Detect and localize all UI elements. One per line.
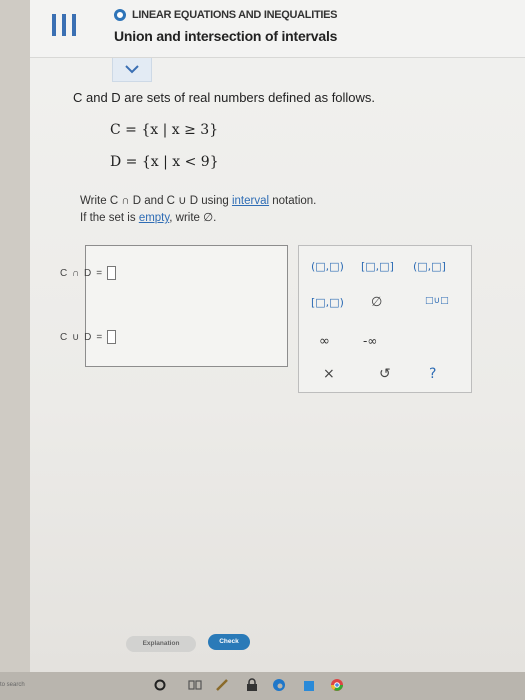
set-d-definition: D = {x | x < 9}	[110, 154, 219, 170]
os-taskbar: to search	[0, 672, 525, 700]
collapse-toggle[interactable]	[112, 58, 152, 82]
task-view-icon[interactable]	[188, 678, 202, 692]
empty-link[interactable]: empty	[139, 212, 169, 224]
action-bar: Explanation Check	[30, 634, 525, 656]
chevron-down-icon	[125, 65, 139, 74]
edge-browser-icon[interactable]	[272, 678, 286, 692]
equals-sign: =	[96, 331, 104, 343]
main-page: LINEAR EQUATIONS AND INEQUALITIES Union …	[30, 0, 525, 672]
intersection-label: C ∩ D	[60, 267, 93, 279]
page-title: Union and intersection of intervals	[114, 28, 338, 44]
circle-icon[interactable]	[153, 678, 167, 692]
intersection-answer-row: C ∩ D =	[60, 266, 117, 280]
symbol-palette: (□,□) [□,□] (□,□] [□,□) ∅ □∪□ ∞ -∞ × ↺ ?	[298, 245, 472, 393]
infinity-button[interactable]: ∞	[319, 334, 330, 349]
clear-button[interactable]: ×	[323, 366, 335, 382]
header: LINEAR EQUATIONS AND INEQUALITIES Union …	[30, 0, 525, 58]
topic-label: LINEAR EQUATIONS AND INEQUALITIES	[132, 9, 338, 21]
undo-button[interactable]: ↺	[379, 366, 391, 382]
explanation-button[interactable]: Explanation	[126, 636, 196, 652]
interval-link[interactable]: interval	[232, 195, 269, 207]
negative-infinity-button[interactable]: -∞	[363, 334, 377, 348]
empty-set-button[interactable]: ∅	[371, 295, 382, 310]
lock-icon[interactable]	[245, 678, 259, 692]
topic-status-icon	[114, 9, 126, 21]
check-button[interactable]: Check	[208, 634, 250, 650]
instruction-line-2: If the set is empty, write ∅.	[80, 212, 217, 224]
equals-sign: =	[96, 267, 104, 279]
store-icon[interactable]	[302, 678, 316, 692]
help-button[interactable]: ?	[429, 366, 436, 382]
union-answer-row: C ∪ D =	[60, 330, 117, 344]
union-label: C ∪ D	[60, 331, 93, 343]
instructions: Write C ∩ D and C ∪ D using interval not…	[80, 193, 316, 227]
topic-row: LINEAR EQUATIONS AND INEQUALITIES	[114, 9, 338, 21]
closed-interval-button[interactable]: [□,□]	[361, 260, 394, 273]
intersection-input[interactable]	[107, 266, 117, 280]
answer-box	[85, 245, 288, 367]
pen-icon[interactable]	[215, 678, 229, 692]
closed-open-interval-button[interactable]: [□,□)	[311, 296, 344, 309]
set-c-definition: C = {x | x ≥ 3}	[110, 122, 219, 138]
chrome-icon[interactable]	[330, 678, 344, 692]
taskbar-search[interactable]: to search	[0, 682, 25, 688]
menu-icon[interactable]	[52, 14, 76, 36]
instruction-line-1: Write C ∩ D and C ∪ D using interval not…	[80, 195, 317, 207]
problem-intro: C and D are sets of real numbers defined…	[73, 90, 376, 105]
union-button[interactable]: □∪□	[425, 296, 449, 306]
open-closed-interval-button[interactable]: (□,□]	[413, 260, 446, 273]
open-interval-button[interactable]: (□,□)	[311, 260, 344, 273]
union-input[interactable]	[107, 330, 117, 344]
